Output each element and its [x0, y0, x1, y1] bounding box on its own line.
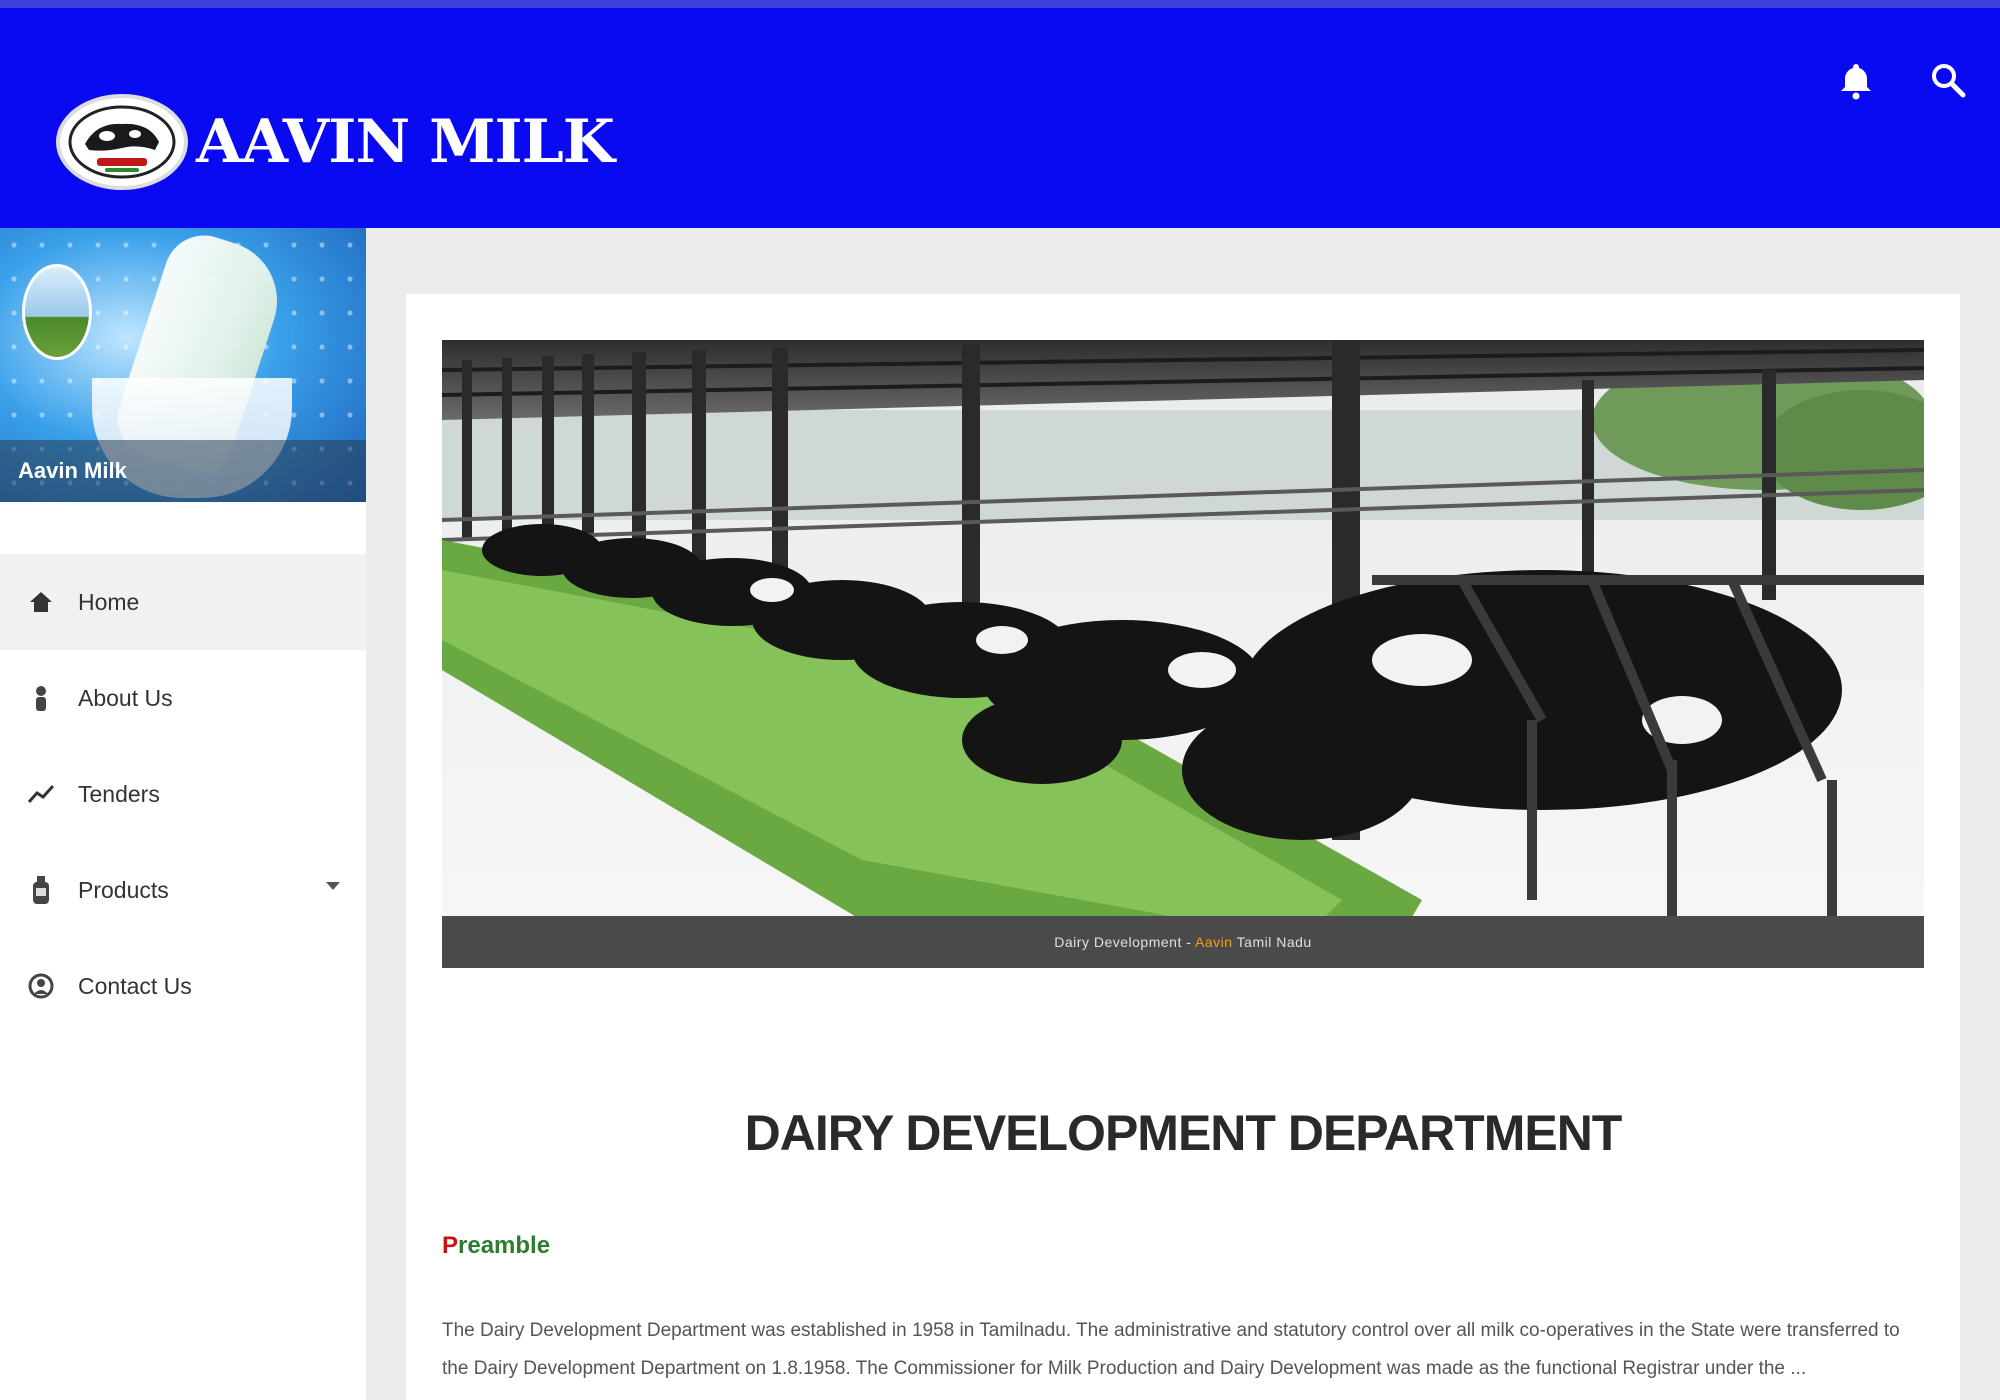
person-icon [26, 683, 56, 713]
bell-icon[interactable] [1832, 56, 1880, 104]
logo-text: AAVIN MILK [196, 107, 615, 177]
sidebar-item-label: About Us [78, 684, 173, 711]
logo-emblem-icon [56, 94, 188, 190]
sidebar-item-home[interactable]: Home [0, 554, 366, 650]
sidebar-item-tenders[interactable]: Tenders [0, 746, 366, 842]
sidebar-item-products[interactable]: Products [0, 842, 366, 938]
site-logo[interactable]: AAVIN MILK [56, 94, 615, 190]
sidebar-item-about[interactable]: About Us [0, 650, 366, 746]
sidebar-banner-image: Aavin Milk [0, 228, 366, 502]
contact-icon [26, 971, 56, 1001]
hero-caption-bar: Dairy Development - Aavin Tamil Nadu [442, 916, 1924, 968]
sidebar-item-label: Home [78, 588, 140, 615]
sidebar-item-label: Tenders [78, 780, 160, 807]
section-heading: Preamble [442, 1232, 551, 1259]
chart-line-icon [26, 779, 56, 809]
sidebar: Aavin Milk Home About Us Tenders Product… [0, 228, 366, 1400]
intro-paragraph: The Dairy Development Department was est… [442, 1320, 1900, 1379]
sidebar-item-label: Contact Us [78, 972, 192, 999]
hero-caption: Dairy Development - Aavin Tamil Nadu [1054, 934, 1312, 950]
bottle-icon [26, 875, 56, 905]
sidebar-item-contact[interactable]: Contact Us [0, 938, 366, 1034]
home-icon [26, 587, 56, 617]
cattle-shed-image [442, 340, 1924, 968]
top-header-bar: AAVIN MILK [0, 0, 2000, 228]
banner-avatar [22, 264, 92, 360]
hero-image-slider[interactable]: Dairy Development - Aavin Tamil Nadu [442, 340, 1924, 968]
search-icon[interactable] [1924, 56, 1972, 104]
sidebar-nav: Home About Us Tenders Products Contact U… [0, 554, 366, 1034]
banner-name: Aavin Milk [18, 458, 127, 483]
page-title: DAIRY DEVELOPMENT DEPARTMENT [744, 1105, 1623, 1161]
chevron-down-icon[interactable] [326, 882, 340, 890]
sidebar-item-label: Products [78, 876, 169, 903]
main-content-card: Dairy Development - Aavin Tamil Nadu DAI… [406, 294, 1960, 1400]
